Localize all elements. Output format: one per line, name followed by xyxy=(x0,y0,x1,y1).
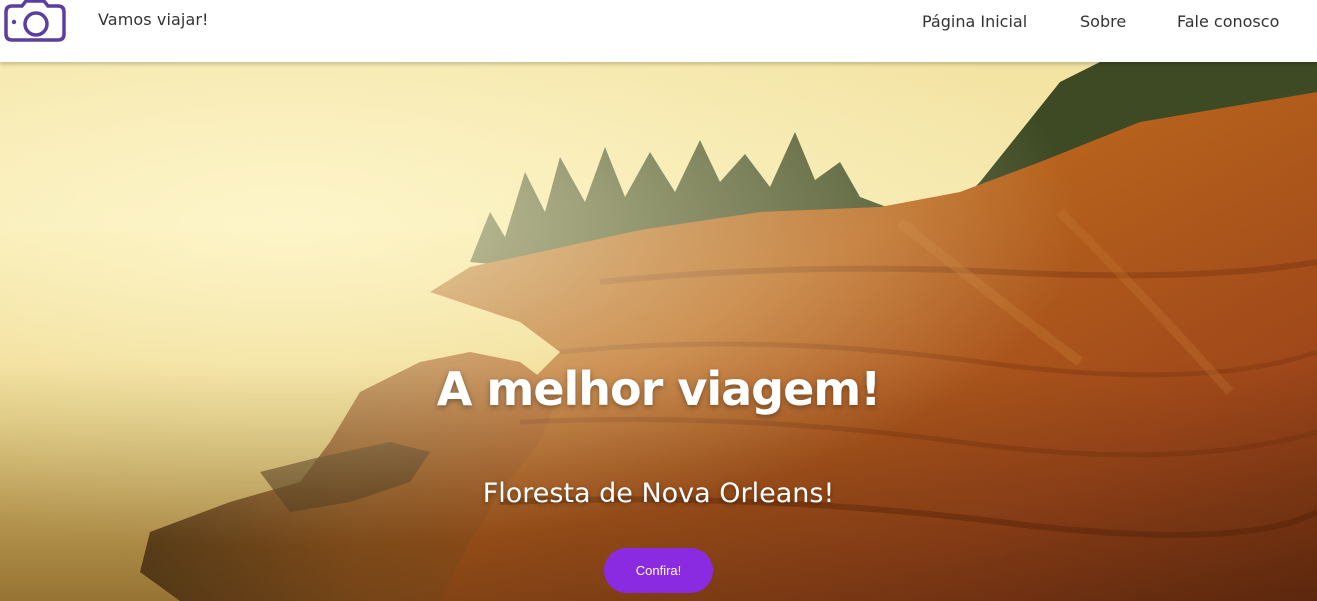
logo-link[interactable] xyxy=(2,0,66,44)
confira-button[interactable]: Confira! xyxy=(604,548,713,593)
hero-background-image xyxy=(0,62,1317,601)
nav-about-link[interactable]: Sobre xyxy=(1080,12,1126,31)
hero-banner: A melhor viagem! Floresta de Nova Orlean… xyxy=(0,62,1317,601)
navbar: Vamos viajar! Página Inicial Sobre Fale … xyxy=(0,0,1317,62)
hero-subtitle: Floresta de Nova Orleans! xyxy=(482,478,835,509)
camera-icon xyxy=(4,0,66,42)
nav-contact-link[interactable]: Fale conosco xyxy=(1177,12,1279,31)
nav-home-link[interactable]: Página Inicial xyxy=(922,12,1027,31)
hero-title: A melhor viagem! xyxy=(436,362,881,416)
brand-name: Vamos viajar! xyxy=(98,10,209,29)
